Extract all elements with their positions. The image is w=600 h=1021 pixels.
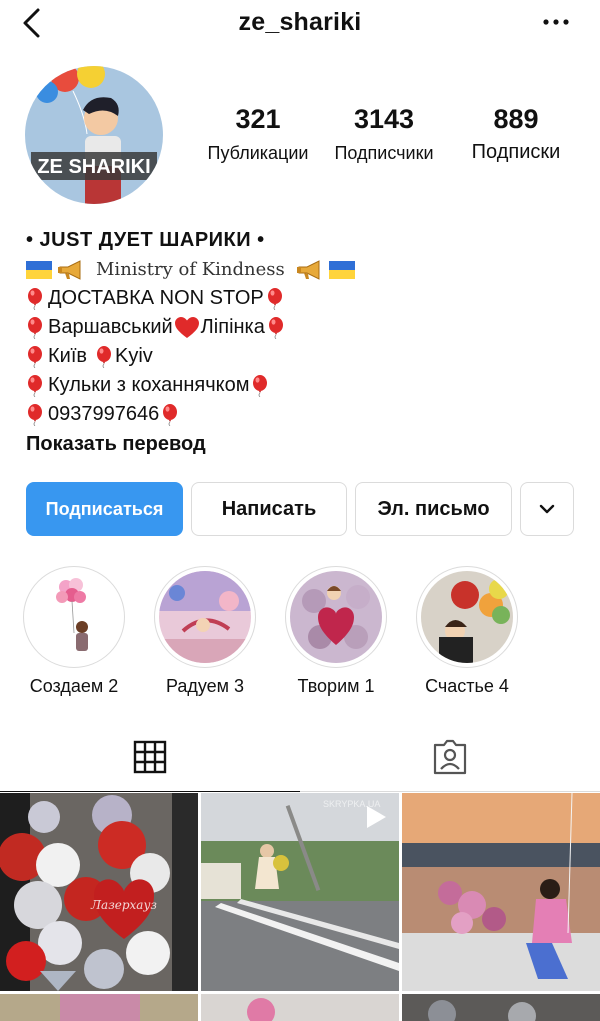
- ukraine-flag-icon: [329, 261, 355, 279]
- highlight-label: Радуем 3: [165, 676, 245, 696]
- balloon-icon: [161, 404, 179, 426]
- video-icon: [367, 806, 386, 828]
- tagged-person-icon: [433, 739, 467, 774]
- avatar-logo-text: ZE SHARIKI: [37, 156, 150, 178]
- stat-following-label: Подписки: [471, 141, 561, 163]
- chevron-down-icon: [539, 504, 555, 514]
- highlight-label: Создаем 2: [29, 676, 119, 696]
- bio-phone-line: 0937997646: [26, 400, 576, 429]
- stat-posts-label: Публикации: [207, 143, 309, 163]
- balloon-icon: [26, 375, 44, 397]
- bio-kulky-line: Кульки з коханнячком: [26, 371, 576, 400]
- profile-username: ze_shariki: [238, 8, 362, 36]
- show-translation-link[interactable]: Показать перевод: [26, 430, 576, 459]
- email-button[interactable]: Эл. письмо: [355, 482, 512, 536]
- stat-following-value: 889: [493, 104, 539, 134]
- highlight-cover: [421, 571, 513, 663]
- highlight-ring: [154, 566, 256, 668]
- stat-followers-value: 3143: [353, 104, 415, 134]
- posts-grid: Лазерхауз SKRYPKA.UA: [0, 793, 600, 1021]
- profile-avatar[interactable]: ZE SHARIKI: [25, 66, 163, 204]
- story-highlight[interactable]: Создаем 2: [22, 566, 126, 697]
- heart-icon: [174, 316, 200, 340]
- balloon-icon: [26, 404, 44, 426]
- bio-address-b: Ліпінка: [200, 316, 265, 338]
- balloon-icon: [266, 288, 284, 310]
- bio-address-a: Варшавський: [48, 316, 173, 338]
- stat-following[interactable]: 889 Подписки: [458, 104, 574, 164]
- message-button[interactable]: Написать: [191, 482, 347, 536]
- highlight-label: Счастье 4: [425, 676, 509, 696]
- ellipsis-icon[interactable]: [542, 14, 570, 30]
- megaphone-icon: [56, 259, 86, 281]
- grid-icon: [133, 740, 167, 773]
- balloon-icon: [267, 317, 285, 339]
- post-balloon-text: Лазерхауз: [90, 898, 157, 912]
- top-bar: ze_shariki: [0, 0, 600, 50]
- bio-phone[interactable]: 0937997646: [48, 400, 159, 429]
- balloon-icon: [26, 288, 44, 310]
- story-highlight[interactable]: Творим 1: [284, 566, 388, 697]
- ukraine-flag-icon: [26, 261, 52, 279]
- bio-city-a: Київ: [48, 345, 88, 367]
- highlight-cover: [159, 571, 251, 663]
- post-thumbnail[interactable]: [402, 793, 600, 991]
- profile-stats: 321 Публикации 3143 Подписчики 889 Подпи…: [190, 104, 580, 174]
- suggested-accounts-button[interactable]: [520, 482, 574, 536]
- stat-posts-value: 321: [235, 104, 281, 134]
- bio-ministry: Ministry of Kindness: [96, 259, 285, 280]
- bio-delivery-line: ДОСТАВКА NON STOP: [26, 284, 576, 313]
- follow-button[interactable]: Подписаться: [26, 482, 183, 536]
- megaphone-icon: [295, 259, 325, 281]
- bio-title: • JUST ДУЕТ ШАРИКИ •: [26, 229, 265, 251]
- post-thumbnail[interactable]: [0, 994, 198, 1021]
- balloon-icon: [251, 375, 269, 397]
- highlight-ring: [416, 566, 518, 668]
- highlight-cover: [290, 571, 382, 663]
- profile-tabs: [0, 722, 600, 792]
- bio-city-b: Kyiv: [115, 345, 153, 367]
- stat-posts[interactable]: 321 Публикации: [200, 104, 316, 164]
- bio-ministry-line: Ministry of Kindness: [26, 255, 576, 284]
- balloon-icon: [26, 346, 44, 368]
- highlight-ring: [23, 566, 125, 668]
- stat-followers[interactable]: 3143 Подписчики: [326, 104, 442, 164]
- post-thumbnail[interactable]: Лазерхауз: [0, 793, 198, 991]
- story-highlight[interactable]: Счастье 4: [415, 566, 519, 697]
- balloon-icon: [26, 317, 44, 339]
- bio-city-line: Київ Kyiv: [26, 342, 576, 371]
- highlight-cover: [28, 571, 120, 663]
- tab-tagged[interactable]: [300, 722, 600, 792]
- balloon-icon: [95, 346, 113, 368]
- highlight-ring: [285, 566, 387, 668]
- post-thumbnail[interactable]: SKRYPKA.UA: [201, 793, 399, 991]
- post-thumbnail[interactable]: [201, 994, 399, 1021]
- story-highlight[interactable]: Радуем 3: [153, 566, 257, 697]
- bio-kulky: Кульки з коханнячком: [48, 374, 250, 396]
- profile-bio: • JUST ДУЕТ ШАРИКИ • Ministry of Kindnes…: [26, 226, 576, 459]
- stat-followers-label: Подписчики: [334, 143, 434, 163]
- post-thumbnail[interactable]: [402, 994, 600, 1021]
- bio-address-line: Варшавський Ліпінка: [26, 313, 576, 342]
- bio-delivery: ДОСТАВКА NON STOP: [48, 287, 264, 309]
- highlight-label: Творим 1: [297, 676, 375, 696]
- tab-posts-grid[interactable]: [0, 722, 300, 792]
